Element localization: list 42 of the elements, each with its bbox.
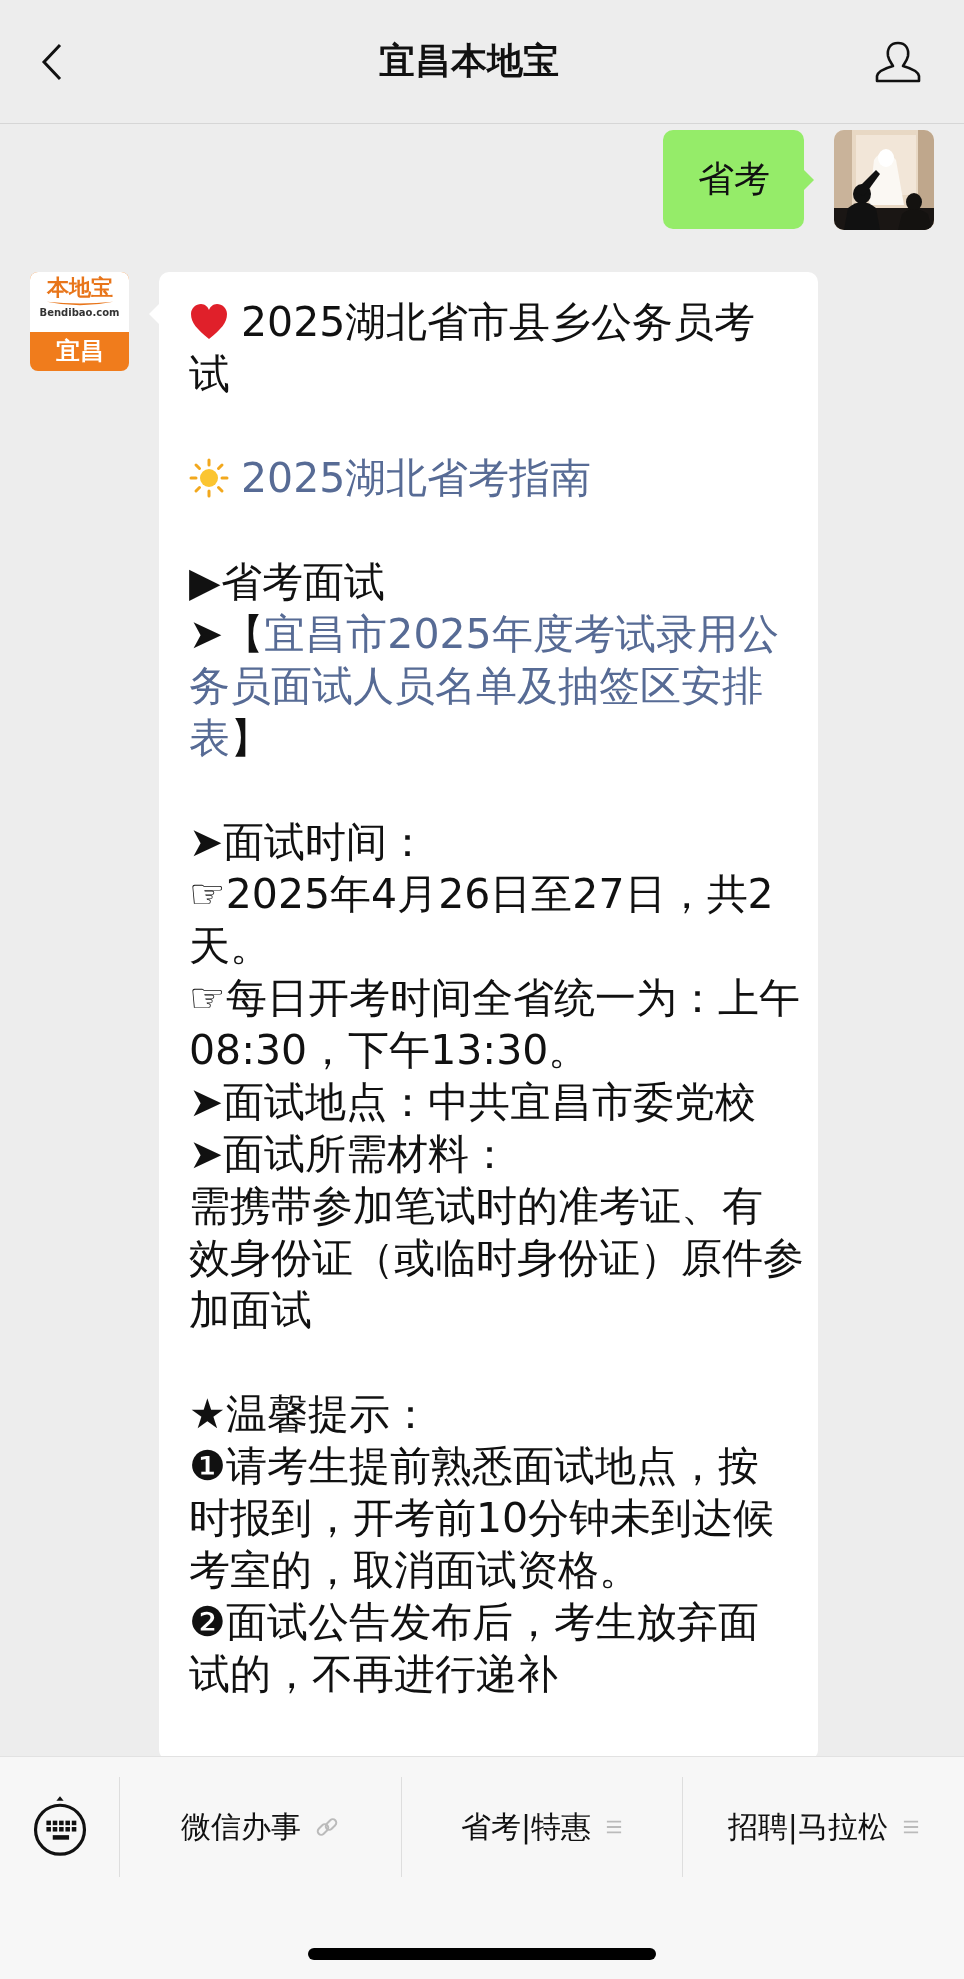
logo-brand: 本地宝 (46, 276, 113, 300)
message-text: ★温馨提示： (189, 1389, 431, 1440)
list-link[interactable]: 务员面试人员名单及抽签区安排 (189, 660, 763, 712)
keyboard-icon[interactable] (31, 1795, 89, 1859)
menu-item[interactable]: 省考|特惠 (400, 1777, 683, 1877)
message-text: 效身份证（或临时身份证）原件参 (189, 1233, 804, 1284)
logo-domain: Bendibao.com (39, 307, 120, 319)
heart-icon (189, 303, 229, 341)
message-text: 试 (189, 349, 230, 400)
message-text: 天。 (189, 921, 271, 972)
list-link[interactable]: 表 (189, 712, 230, 764)
message-text: ➤【 (189, 609, 265, 660)
message-text: 08:30，下午13:30。 (189, 1025, 590, 1076)
message-text: ▶省考面试 (189, 557, 385, 608)
back-icon[interactable] (40, 41, 64, 82)
message-text: 考室的，取消面试资格。 (189, 1545, 640, 1596)
message-text: ☞2025年4月26日至27日，共2 (189, 869, 774, 920)
bubble-tail (804, 170, 814, 190)
message-text: ➤面试时间： (189, 817, 429, 868)
message-text: 2025湖北省市县乡公务员考 (241, 297, 756, 348)
message-text: ☞每日开考时间全省统一为：上午 (189, 973, 800, 1024)
person-icon[interactable] (874, 39, 922, 84)
message-text: ➤面试所需材料： (189, 1129, 511, 1180)
list-link[interactable]: 宜昌市2025年度考试录用公 (264, 608, 779, 660)
message-text: ❷面试公告发布后，考生放弃面 (189, 1597, 759, 1648)
message-text: 试的，不再进行递补 (189, 1649, 558, 1700)
message-text: 需携带参加笔试时的准考证、有 (189, 1181, 763, 1232)
menu-lines-icon (605, 1819, 624, 1835)
message-text: 时报到，开考前10分钟未到达候 (189, 1493, 775, 1544)
menu-item[interactable]: 微信办事 (119, 1777, 401, 1877)
page-title: 宜昌本地宝 (379, 39, 559, 83)
message-text: ❶请考生提前熟悉面试地点，按 (189, 1441, 759, 1492)
logo-city: 宜昌 (54, 336, 105, 367)
menu-lines-icon (901, 1819, 920, 1835)
guide-link[interactable]: 2025湖北省考指南 (241, 452, 592, 504)
menu-item[interactable]: 招聘|马拉松 (682, 1777, 964, 1877)
link-icon (315, 1815, 340, 1839)
message-text: 加面试 (189, 1285, 312, 1336)
sun-icon (189, 458, 229, 498)
sent-message: 省考 (663, 130, 804, 229)
message-text: ➤面试地点：中共宜昌市委党校 (189, 1077, 757, 1128)
message-text: 】 (230, 713, 271, 764)
